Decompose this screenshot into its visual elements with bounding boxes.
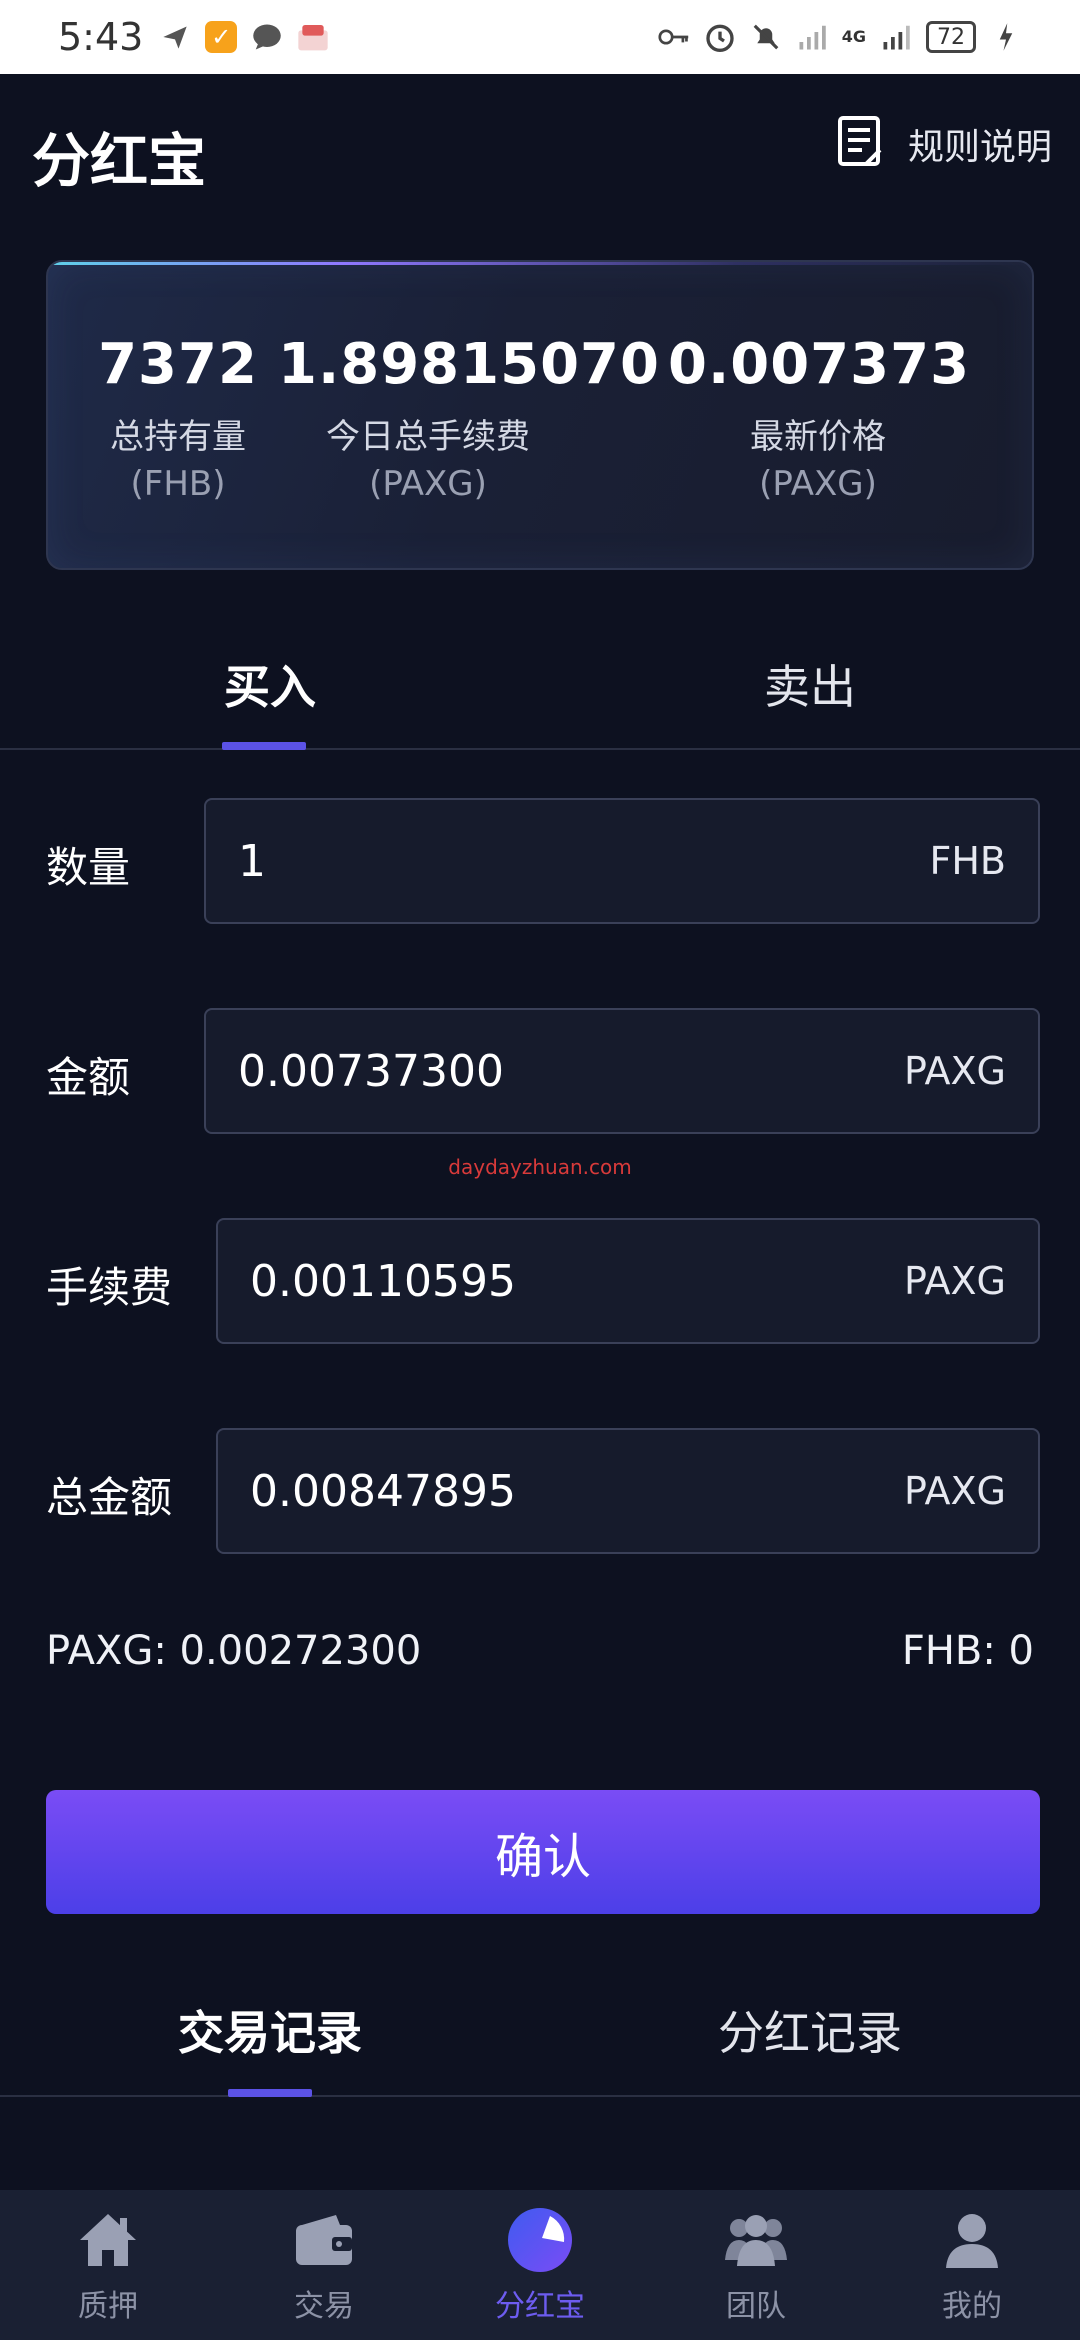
message-icon bbox=[251, 21, 283, 53]
document-icon bbox=[836, 114, 886, 174]
quantity-unit: FHB bbox=[929, 839, 1006, 883]
fhb-balance: FHB: 0 bbox=[901, 1628, 1034, 1674]
app-header: 分红宝 规则说明 bbox=[0, 74, 1080, 224]
nav-label: 交易 bbox=[294, 2289, 354, 2324]
stat-unit: (FHB) bbox=[130, 464, 226, 504]
stats-card: 7372 总持有量 (FHB) 1.89815070 今日总手续费 (PAXG)… bbox=[46, 260, 1034, 570]
battery-level: 72 bbox=[926, 21, 976, 53]
balances: PAXG: 0.00272300 FHB: 0 bbox=[46, 1628, 1034, 1678]
rules-label: 规则说明 bbox=[907, 127, 1052, 168]
network-type: 4G bbox=[841, 27, 866, 46]
active-tab-indicator bbox=[222, 742, 306, 750]
nav-label: 质押 bbox=[78, 2289, 138, 2324]
total-row: 总金额 0.00847895 PAXG bbox=[0, 1428, 1080, 1554]
check-app-icon: ✓ bbox=[205, 21, 238, 53]
record-tabs: 交易记录 分红记录 bbox=[0, 1965, 1080, 2097]
stat-latest-price: 0.007373 最新价格 (PAXG) bbox=[668, 332, 971, 504]
total-unit: PAXG bbox=[904, 1469, 1006, 1513]
tab-buy[interactable]: 买入 bbox=[0, 620, 540, 748]
amount-label: 金额 bbox=[46, 1053, 131, 1102]
stat-today-fees: 1.89815070 今日总手续费 (PAXG) bbox=[278, 332, 660, 504]
tab-sell[interactable]: 卖出 bbox=[540, 620, 1080, 748]
wallet-icon bbox=[289, 2205, 359, 2275]
confirm-button[interactable]: 确认 bbox=[46, 1790, 1040, 1914]
system-icons: 4G 72 bbox=[658, 21, 1022, 53]
total-label: 总金额 bbox=[46, 1473, 173, 1522]
tab-trade-records[interactable]: 交易记录 bbox=[0, 1965, 540, 2095]
nav-item-dividend[interactable]: 分红宝 bbox=[432, 2190, 648, 2340]
amount-value: 0.00737300 bbox=[238, 1045, 504, 1097]
signal-icon bbox=[880, 21, 912, 53]
nav-label: 团队 bbox=[726, 2289, 786, 2324]
nav-item-staking[interactable]: 质押 bbox=[0, 2190, 216, 2340]
nav-label: 分红宝 bbox=[495, 2289, 585, 2324]
signal-icon bbox=[796, 21, 828, 53]
charging-icon bbox=[990, 21, 1022, 53]
fee-field[interactable]: 0.00110595 PAXG bbox=[216, 1218, 1040, 1344]
fee-label: 手续费 bbox=[46, 1263, 173, 1312]
quantity-row: 数量 1 FHB bbox=[0, 798, 1080, 924]
total-field[interactable]: 0.00847895 PAXG bbox=[216, 1428, 1040, 1554]
nav-label: 我的 bbox=[942, 2289, 1002, 2324]
quantity-value: 1 bbox=[238, 835, 266, 887]
amount-unit: PAXG bbox=[904, 1049, 1006, 1093]
stat-unit: (PAXG) bbox=[369, 464, 487, 504]
paxg-balance: PAXG: 0.00272300 bbox=[46, 1628, 422, 1674]
notification-icons: ✓ bbox=[159, 21, 329, 53]
trade-tabs: 买入 卖出 bbox=[0, 620, 1080, 750]
team-icon bbox=[721, 2205, 791, 2275]
quantity-input[interactable]: 1 FHB bbox=[204, 798, 1040, 924]
active-tab-indicator bbox=[228, 2089, 312, 2097]
fee-row: 手续费 0.00110595 PAXG bbox=[0, 1218, 1080, 1344]
stat-unit: (PAXG) bbox=[759, 464, 877, 504]
mute-icon bbox=[750, 21, 782, 53]
bottom-nav: 质押 交易 分红宝 团队 我的 bbox=[0, 2190, 1080, 2340]
status-time: 5:43 bbox=[58, 15, 144, 59]
home-icon bbox=[73, 2205, 143, 2275]
nav-item-team[interactable]: 团队 bbox=[648, 2190, 864, 2340]
fee-value: 0.00110595 bbox=[250, 1255, 516, 1307]
stat-value: 1.89815070 bbox=[278, 332, 660, 397]
page-title: 分红宝 bbox=[32, 127, 207, 195]
quantity-label: 数量 bbox=[46, 843, 131, 892]
tab-dividend-records[interactable]: 分红记录 bbox=[540, 1965, 1080, 2095]
send-icon bbox=[159, 21, 191, 53]
fee-unit: PAXG bbox=[904, 1259, 1006, 1303]
app-notification-icon bbox=[297, 21, 329, 53]
nav-item-profile[interactable]: 我的 bbox=[864, 2190, 1080, 2340]
amount-row: 金额 0.00737300 PAXG bbox=[0, 1008, 1080, 1134]
status-bar: 5:43 ✓ 4G 72 bbox=[0, 0, 1080, 74]
rules-button[interactable]: 规则说明 bbox=[836, 114, 1052, 174]
stat-label: 今日总手续费 bbox=[326, 417, 530, 457]
total-value: 0.00847895 bbox=[250, 1465, 516, 1517]
pie-chart-icon bbox=[505, 2205, 575, 2275]
key-icon bbox=[658, 21, 690, 53]
user-icon bbox=[937, 2205, 1007, 2275]
alarm-icon bbox=[704, 21, 736, 53]
stat-total-holdings: 7372 总持有量 (FHB) bbox=[68, 332, 288, 504]
watermark: daydayzhuan.com bbox=[448, 1155, 632, 1179]
stat-value: 0.007373 bbox=[668, 332, 971, 397]
stat-label: 总持有量 bbox=[110, 417, 246, 457]
stat-value: 7372 bbox=[98, 332, 258, 397]
amount-field[interactable]: 0.00737300 PAXG bbox=[204, 1008, 1040, 1134]
stat-label: 最新价格 bbox=[750, 417, 886, 457]
nav-item-trade[interactable]: 交易 bbox=[216, 2190, 432, 2340]
